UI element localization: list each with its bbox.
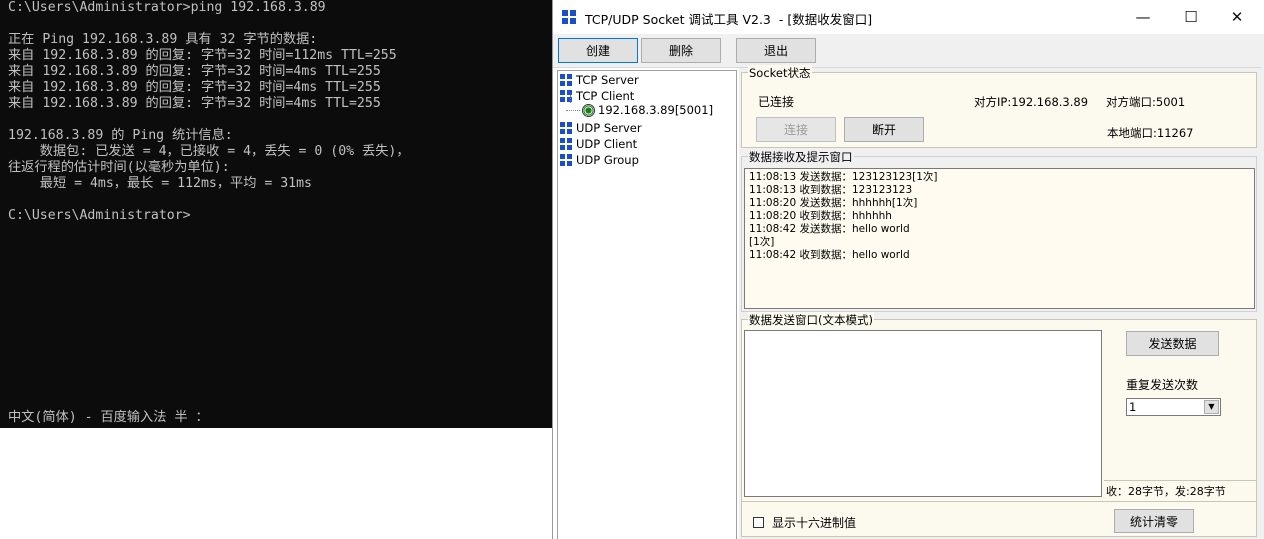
exit-button[interactable]: 退出 bbox=[736, 38, 816, 63]
send-group: 数据发送窗口(文本模式) 发送数据 重复发送次数 1 ▼ 收：28字节，发:28… bbox=[741, 312, 1257, 537]
console-line: C:\Users\Administrator>ping 192.168.3.89 bbox=[8, 0, 326, 15]
peer-port: 对方端口:5001 bbox=[1106, 95, 1186, 109]
byte-stats: 收：28字节，发:28字节 bbox=[1104, 480, 1256, 498]
chevron-down-icon[interactable]: ▼ bbox=[1204, 400, 1219, 414]
connection-tree[interactable]: TCP Server TCP Client 192.168.3.89[5001]… bbox=[557, 70, 737, 539]
tree-item-udp-group[interactable]: UDP Group bbox=[560, 152, 639, 168]
log-line: 11:08:13 收到数据：123123123 bbox=[749, 184, 913, 196]
console-line: 来自 192.168.3.89 的回复: 字节=32 时间=4ms TTL=25… bbox=[8, 64, 381, 79]
udp-client-icon bbox=[560, 138, 572, 150]
receive-log[interactable]: 11:08:13 发送数据：123123123[1次] 11:08:13 收到数据… bbox=[744, 168, 1255, 309]
repeat-count-label: 重复发送次数 bbox=[1126, 378, 1199, 392]
console-window[interactable]: C:\Users\Administrator>ping 192.168.3.89… bbox=[0, 0, 552, 428]
close-button[interactable]: ✕ bbox=[1214, 2, 1260, 32]
window-title: TCP/UDP Socket 调试工具 V2.3 - [数据收发窗口] bbox=[585, 12, 873, 27]
tree-item-udp-client[interactable]: UDP Client bbox=[560, 136, 637, 152]
create-button[interactable]: 创建 bbox=[558, 38, 638, 63]
app-icon bbox=[562, 10, 578, 26]
repeat-count-select[interactable]: 1 ▼ bbox=[1126, 398, 1221, 416]
local-port: 本地端口:11267 bbox=[1107, 126, 1194, 140]
toolbar: 创建 删除 退出 bbox=[553, 34, 1264, 68]
ime-status-bar: 中文(简体) - 百度输入法 半 ： bbox=[8, 410, 209, 425]
log-line: 11:08:20 收到数据：hhhhhh bbox=[749, 210, 892, 222]
disconnect-button[interactable]: 断开 bbox=[844, 117, 924, 142]
connection-icon bbox=[582, 103, 595, 117]
log-line: [1次] bbox=[749, 236, 775, 248]
console-line: 来自 192.168.3.89 的回复: 字节=32 时间=4ms TTL=25… bbox=[8, 80, 381, 95]
tree-item-client-connection[interactable]: 192.168.3.89[5001] bbox=[566, 103, 713, 117]
socket-state-legend: Socket状态 bbox=[748, 65, 812, 81]
minimize-button[interactable]: — bbox=[1120, 2, 1166, 32]
hex-label: 显示十六进制值 bbox=[772, 516, 857, 530]
send-data-button[interactable]: 发送数据 bbox=[1126, 331, 1219, 356]
send-text-input[interactable] bbox=[744, 330, 1102, 497]
receive-legend: 数据接收及提示窗口 bbox=[748, 149, 854, 165]
reset-stats-button[interactable]: 统计清零 bbox=[1114, 509, 1194, 533]
log-line: 11:08:42 发送数据：hello world bbox=[749, 223, 910, 235]
title-bar[interactable]: TCP/UDP Socket 调试工具 V2.3 - [数据收发窗口] — ☐ … bbox=[553, 0, 1264, 34]
log-line: 11:08:20 发送数据：hhhhhh[1次] bbox=[749, 197, 918, 209]
hex-checkbox[interactable] bbox=[753, 517, 764, 528]
console-line: 最短 = 4ms，最长 = 112ms，平均 = 31ms bbox=[8, 176, 312, 191]
send-legend: 数据发送窗口(文本模式) bbox=[748, 312, 874, 328]
udp-group-icon bbox=[560, 154, 572, 166]
delete-button[interactable]: 删除 bbox=[641, 38, 721, 63]
console-line: 来自 192.168.3.89 的回复: 字节=32 时间=112ms TTL=… bbox=[8, 48, 397, 63]
peer-ip: 对方IP:192.168.3.89 bbox=[974, 95, 1089, 109]
send-footer: 显示十六进制值 统计清零 bbox=[742, 501, 1256, 536]
console-output: C:\Users\Administrator>ping 192.168.3.89… bbox=[8, 0, 552, 224]
data-panel: Socket状态 已连接 对方IP:192.168.3.89 对方端口:5001… bbox=[739, 65, 1264, 539]
connect-button[interactable]: 连接 bbox=[756, 117, 836, 142]
udp-server-icon bbox=[560, 122, 572, 134]
tree-connector bbox=[566, 109, 580, 111]
log-line: 11:08:42 收到数据：hello world bbox=[749, 249, 910, 261]
tree-item-udp-server[interactable]: UDP Server bbox=[560, 120, 642, 136]
console-line: 往返行程的估计时间(以毫秒为单位): bbox=[8, 160, 230, 175]
console-line: 192.168.3.89 的 Ping 统计信息: bbox=[8, 128, 233, 143]
connection-status: 已连接 bbox=[758, 95, 795, 109]
tree-connector bbox=[570, 95, 571, 103]
tree-item-tcp-client[interactable]: TCP Client bbox=[560, 88, 634, 104]
console-line: C:\Users\Administrator> bbox=[8, 208, 191, 223]
receive-group: 数据接收及提示窗口 11:08:13 发送数据：123123123[1次] 11:… bbox=[741, 149, 1257, 312]
tree-item-tcp-server[interactable]: TCP Server bbox=[560, 72, 639, 88]
socket-state-group: Socket状态 已连接 对方IP:192.168.3.89 对方端口:5001… bbox=[741, 65, 1257, 148]
socket-tool-window: TCP/UDP Socket 调试工具 V2.3 - [数据收发窗口] — ☐ … bbox=[552, 0, 1264, 539]
console-line: 正在 Ping 192.168.3.89 具有 32 字节的数据: bbox=[8, 32, 318, 47]
maximize-button[interactable]: ☐ bbox=[1168, 2, 1214, 32]
tcp-server-icon bbox=[560, 74, 572, 86]
log-line: 11:08:13 发送数据：123123123[1次] bbox=[749, 171, 938, 183]
console-line: 数据包: 已发送 = 4，已接收 = 4，丢失 = 0 (0% 丢失)， bbox=[8, 144, 410, 159]
console-line: 来自 192.168.3.89 的回复: 字节=32 时间=4ms TTL=25… bbox=[8, 96, 381, 111]
